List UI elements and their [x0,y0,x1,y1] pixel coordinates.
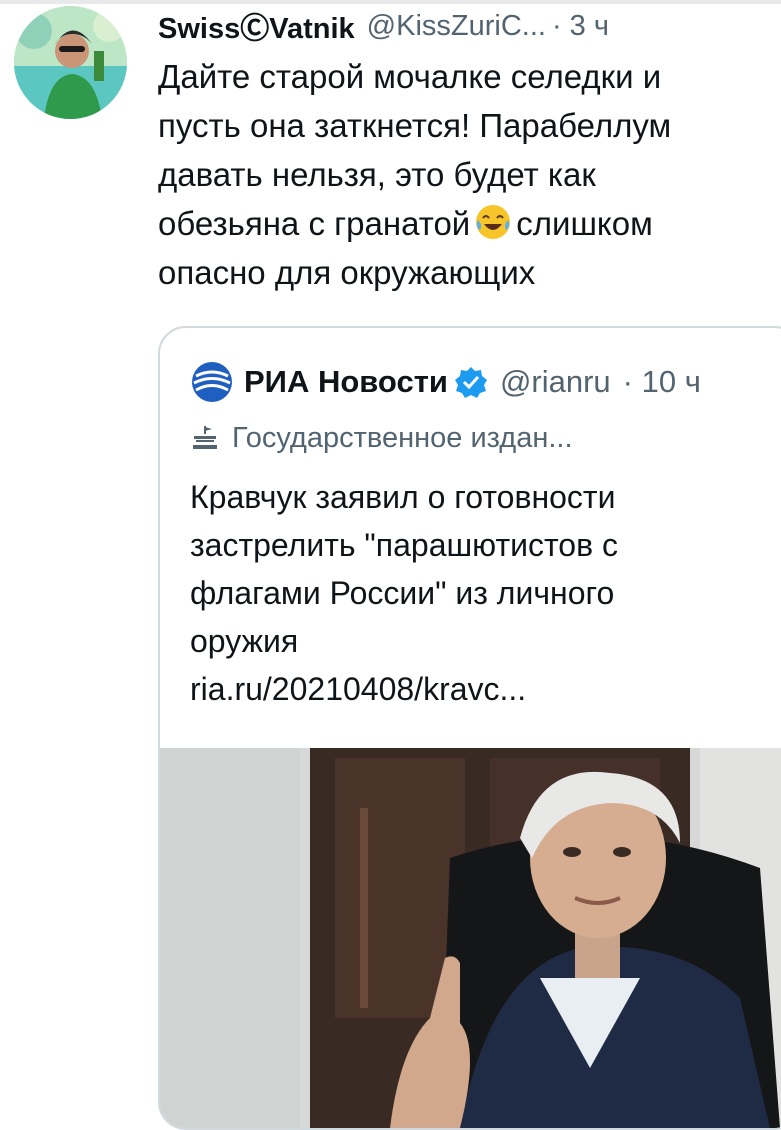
tweet-line: обезьяна с гранатой слишком [158,199,758,248]
tweet-header: SwissⒸVatnik @KissZuriC... · 3 ч [158,6,609,46]
tweet-line-part: обезьяна с гранатой [158,205,471,242]
quoted-timestamp[interactable]: · 10 ч [623,364,701,400]
government-building-icon [193,426,217,449]
state-media-label-text: Государственное издан... [232,421,573,454]
tweet-text: Дайте старой мочалке селедки и пусть она… [158,52,758,297]
tweet-line-part: слишком [516,205,653,242]
quoted-author-handle[interactable]: @rianru [500,364,611,400]
quoted-line: застрелить "парашютистов с [190,527,618,563]
top-divider [0,0,781,4]
verified-badge-icon [454,367,487,398]
quoted-link[interactable]: ria.ru/20210408/kravc... [190,665,780,713]
quoted-tweet-text: Кравчук заявил о готовности застрелить "… [190,473,780,713]
ria-logo-icon [192,362,232,402]
quoted-line: Кравчук заявил о готовности [190,479,616,515]
tweet-timestamp[interactable]: · 3 ч [552,10,609,43]
tears-of-joy-emoji-icon [476,205,511,239]
tweet-line: опасно для окружающих [158,254,536,291]
quoted-tweet-header: РИА Новости @rianru · 10 ч [190,360,701,404]
quoted-line: оружия [190,623,299,659]
author-display-name[interactable]: SwissⒸVatnik [158,5,355,47]
tweet-line: пусть она заткнется! Парабеллум [158,107,672,144]
quoted-author-name[interactable]: РИА Новости [244,364,448,400]
quoted-tweet-card[interactable]: РИА Новости @rianru · 10 ч Государственн… [158,326,781,1130]
user-avatar[interactable] [14,6,127,119]
tweet-line: Дайте старой мочалке селедки и [158,58,662,95]
quoted-media-photo[interactable] [160,748,781,1128]
tweet-line: давать нельзя, это будет как [158,156,596,193]
author-handle[interactable]: @KissZuriC... [367,10,546,43]
quoted-line: флагами России" из личного [190,575,615,611]
state-media-label[interactable]: Государственное издан... [190,418,573,458]
